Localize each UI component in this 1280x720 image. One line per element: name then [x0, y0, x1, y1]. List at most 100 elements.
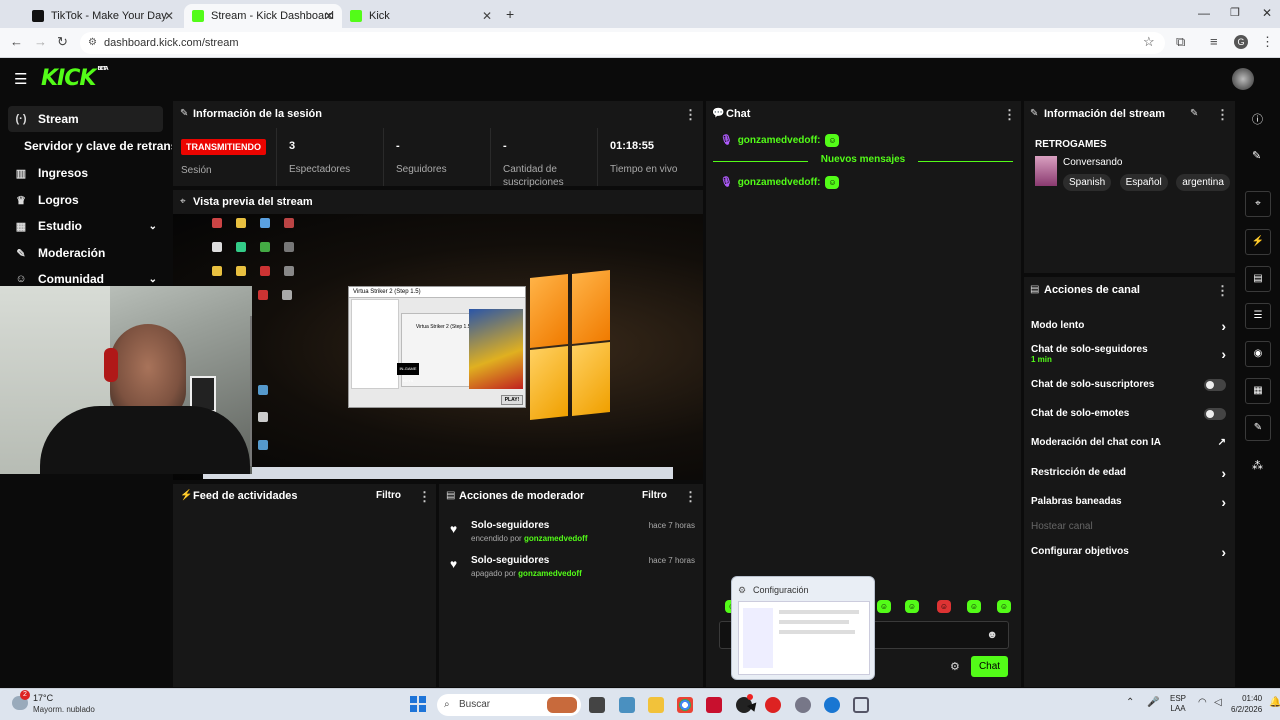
action-slow-mode[interactable]: Modo lento ›	[1031, 318, 1226, 334]
tab-kick-dashboard[interactable]: Stream - Kick Dashboard ✕	[184, 4, 342, 28]
sidebar-item-achievements[interactable]: ♛ Logros	[8, 187, 163, 213]
toggle-switch[interactable]	[1204, 408, 1226, 420]
activity-feed-title: Feed de actividades	[193, 490, 298, 502]
more-options-icon[interactable]: ⋮	[1216, 107, 1229, 123]
taskbar-search[interactable]: ⌕ Buscar	[437, 694, 581, 716]
desktop-icon	[260, 266, 270, 276]
app-icon[interactable]	[765, 697, 781, 713]
browser-menu-icon[interactable]: ⋮	[1261, 34, 1274, 50]
notification-bell-icon[interactable]: 🔔	[1269, 697, 1280, 708]
sidebar-item-stream[interactable]: (·) Stream	[8, 106, 163, 132]
more-options-icon[interactable]: ⋮	[1003, 107, 1016, 123]
action-banned-words[interactable]: Palabras baneadas ›	[1031, 494, 1226, 510]
emote-icon[interactable]: ☺	[997, 600, 1011, 613]
action-label: Moderación del chat con IA	[1031, 437, 1162, 448]
clock[interactable]: 01:40 6/2/2026	[1231, 693, 1262, 715]
reload-icon[interactable]: ↻	[57, 34, 68, 50]
sidebar-item-moderation[interactable]: ✎ Moderación	[8, 240, 163, 266]
emote-icon[interactable]: ☺	[967, 600, 981, 613]
gear-icon[interactable]: ⚙	[950, 660, 960, 673]
more-options-icon[interactable]: ⋮	[1216, 283, 1229, 299]
user-avatar[interactable]	[1232, 68, 1254, 90]
more-options-icon[interactable]: ⋮	[418, 489, 431, 505]
settings-icon[interactable]	[795, 697, 811, 713]
kick-logo[interactable]: KICK BETA	[41, 66, 109, 91]
forward-icon[interactable]: →	[34, 34, 47, 49]
tag: argentina	[1176, 174, 1230, 191]
start-icon[interactable]	[410, 696, 426, 712]
weather-temp: 17°C	[33, 693, 54, 703]
sidebar-item-studio[interactable]: ▦ Estudio ⌄	[8, 213, 163, 239]
pencil-icon[interactable]: ✎	[1252, 149, 1261, 162]
chrome-icon[interactable]	[677, 697, 693, 713]
new-messages-divider[interactable]: Nuevos mensajes	[713, 154, 1013, 165]
sidebar-item-server-key[interactable]: Servidor y clave de retransm	[18, 133, 172, 159]
url-field[interactable]: dashboard.kick.com/stream	[80, 32, 1165, 54]
mod-filter-button[interactable]: Filtro	[642, 490, 667, 501]
stat-value: -	[396, 140, 400, 152]
new-tab-icon[interactable]: +	[506, 6, 514, 22]
desktop-icon	[212, 218, 222, 228]
red-app-icon[interactable]	[706, 697, 722, 713]
emote-icon[interactable]: ☺	[905, 600, 919, 613]
layout-icon[interactable]: ▦	[1245, 378, 1271, 404]
back-icon[interactable]: ←	[10, 34, 23, 49]
wrench-icon[interactable]: ✎	[1245, 415, 1271, 441]
taskbar-preview-popup[interactable]: ⚙ Configuración	[731, 576, 875, 680]
chat-username[interactable]: gonzamedvedoff:	[738, 177, 821, 188]
chat-username[interactable]: gonzamedvedoff:	[738, 135, 821, 146]
calculator-icon[interactable]	[619, 697, 635, 713]
action-ai-moderation[interactable]: Moderación del chat con IA ↗	[1031, 437, 1226, 448]
emoji-icon[interactable]: ☻	[986, 629, 998, 641]
emote-icon[interactable]: ☺	[937, 600, 951, 613]
emote-icon[interactable]: ☺	[877, 600, 891, 613]
sidebar-item-income[interactable]: ▥ Ingresos	[8, 160, 163, 186]
tray-chevron-icon[interactable]: ⌃	[1126, 697, 1134, 708]
chat-bubble-icon[interactable]: ☰	[1245, 303, 1271, 329]
site-info-icon[interactable]: ⚙	[88, 37, 97, 48]
wifi-icon[interactable]: ◠	[1198, 697, 1207, 708]
stat-viewers: 3 Espectadores	[276, 128, 386, 186]
app-icon[interactable]	[824, 697, 840, 713]
bolt-icon[interactable]: ⚡	[1245, 229, 1271, 255]
window-close-icon[interactable]: ✕	[1262, 6, 1272, 20]
chat-send-button[interactable]: Chat	[971, 656, 1008, 677]
close-icon[interactable]: ✕	[324, 9, 334, 23]
close-icon[interactable]: ✕	[482, 9, 492, 23]
more-options-icon[interactable]: ⋮	[684, 107, 697, 123]
apps-icon[interactable]: ⁂	[1252, 459, 1263, 472]
stat-subscriptions: - Cantidad de suscripciones	[490, 128, 598, 188]
broadcast-icon[interactable]: ◉	[1245, 341, 1271, 367]
edit-icon[interactable]: ✎	[1190, 108, 1198, 119]
toggle-switch[interactable]	[1204, 379, 1226, 391]
mod-action-user[interactable]: gonzamedvedoff	[518, 569, 582, 578]
volume-icon[interactable]: ◁	[1214, 697, 1222, 708]
language-indicator[interactable]: ESP LAA	[1170, 694, 1186, 714]
tab-tiktok[interactable]: TikTok - Make Your Day ✕	[24, 4, 182, 28]
minimize-icon[interactable]: —	[1198, 6, 1210, 20]
tab-kick[interactable]: Kick ✕	[342, 4, 500, 28]
tag: Spanish	[1063, 174, 1112, 191]
category-name[interactable]: Conversando	[1063, 157, 1122, 168]
kick-icon	[192, 10, 204, 22]
action-configure-goals[interactable]: Configurar objetivos ›	[1031, 544, 1226, 560]
restore-icon[interactable]: ❐	[1230, 6, 1240, 19]
hamburger-menu-icon[interactable]: ☰	[14, 70, 27, 88]
action-followers-only[interactable]: Chat de solo-seguidores › 1 min	[1031, 344, 1226, 364]
document-icon[interactable]: ▤	[1245, 266, 1271, 292]
file-explorer-icon[interactable]	[648, 697, 664, 713]
more-options-icon[interactable]: ⋮	[684, 489, 697, 505]
extensions-icon[interactable]: ⧉	[1176, 34, 1185, 50]
info-icon[interactable]: ⓘ	[1252, 111, 1263, 127]
media-icon[interactable]: ≡	[1210, 34, 1218, 49]
profile-avatar[interactable]: G	[1234, 35, 1248, 49]
window-app-icon[interactable]	[853, 697, 869, 713]
activity-filter-button[interactable]: Filtro	[376, 490, 401, 501]
preview-toggle-icon[interactable]: ⌖	[1245, 191, 1271, 217]
bookmark-star-icon[interactable]: ☆	[1143, 34, 1155, 50]
close-icon[interactable]: ✕	[164, 9, 174, 23]
action-age-restriction[interactable]: Restricción de edad ›	[1031, 465, 1226, 481]
mod-action-user[interactable]: gonzamedvedoff	[524, 534, 588, 543]
microphone-icon[interactable]: 🎤	[1147, 697, 1159, 708]
task-view-icon[interactable]	[589, 697, 605, 713]
